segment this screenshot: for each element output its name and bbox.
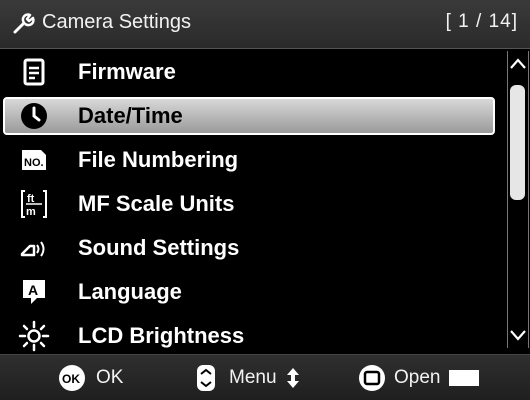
menu-item-firmware[interactable]: Firmware: [0, 51, 505, 93]
svg-text:OK: OK: [62, 372, 80, 386]
svg-text:NO.: NO.: [24, 157, 44, 169]
svg-text:m: m: [26, 206, 36, 218]
menu-button[interactable]: Menu: [195, 355, 335, 400]
footer-bar: OK OK Menu Open: [0, 354, 530, 400]
header-bar: Camera Settings [ 1 / 14]: [0, 0, 530, 49]
file-numbering-icon: NO.: [22, 150, 46, 170]
mf-scale-units-icon: ft m: [21, 190, 47, 218]
open-button-icon: [359, 365, 385, 391]
menu-item-sound-settings[interactable]: Sound Settings: [0, 227, 505, 269]
scroll-down-arrow-icon[interactable]: [508, 324, 528, 346]
menu-item-label: MF Scale Units: [78, 191, 235, 216]
camera-settings-screen: Camera Settings [ 1 / 14] Firmware Date/…: [0, 0, 530, 400]
ok-label: OK: [96, 367, 124, 388]
menu-item-label: Sound Settings: [78, 235, 240, 260]
scrollbar[interactable]: [507, 51, 529, 348]
svg-text:A: A: [28, 282, 38, 298]
language-icon: A: [23, 280, 45, 304]
wrench-icon: [13, 13, 35, 34]
firmware-icon: [23, 58, 45, 86]
menu-item-file-numbering[interactable]: NO. File Numbering: [0, 139, 505, 181]
menu-item-label: File Numbering: [78, 147, 239, 172]
menu-item-label: Firmware: [78, 59, 176, 84]
ok-button[interactable]: OK OK: [58, 355, 158, 400]
ok-button-icon: OK: [59, 365, 85, 391]
menu-item-mf-scale-units[interactable]: ft m MF Scale Units: [0, 183, 505, 225]
svg-text:ft: ft: [27, 193, 35, 205]
open-button[interactable]: Open: [358, 355, 518, 400]
menu-item-date-time[interactable]: Date/Time: [0, 95, 505, 137]
open-label: Open: [394, 367, 441, 388]
scroll-up-arrow-icon[interactable]: [508, 53, 528, 75]
selection-highlight: [3, 97, 495, 135]
scrollbar-thumb[interactable]: [510, 85, 525, 200]
screen-rectangle-icon: [449, 370, 479, 386]
menu-label: Menu: [229, 367, 277, 388]
menu-item-label: LCD Brightness: [78, 323, 245, 348]
menu-item-lcd-brightness[interactable]: LCD Brightness: [0, 315, 505, 357]
page-indicator: [ 1 / 14]: [445, 11, 518, 32]
dial-button-icon: [197, 365, 215, 391]
menu-item-label: Language: [78, 279, 182, 304]
page-title: Camera Settings: [42, 11, 191, 33]
brightness-icon: [18, 320, 50, 352]
menu-item-label: Date/Time: [78, 103, 183, 128]
speaker-icon: [20, 241, 45, 257]
up-down-arrow-icon: [287, 368, 299, 388]
menu-item-language[interactable]: A Language: [0, 271, 505, 313]
clock-icon: [21, 103, 47, 129]
